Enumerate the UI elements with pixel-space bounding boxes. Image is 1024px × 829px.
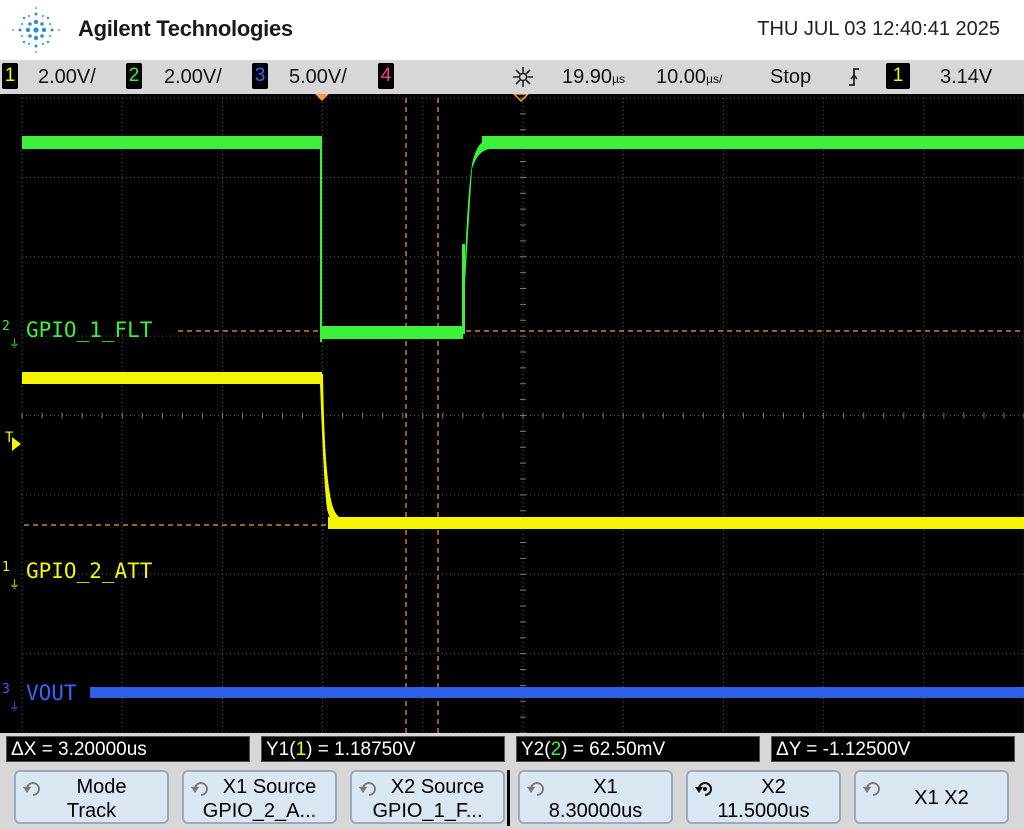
channel-2-ground-number: 2 [2, 319, 10, 334]
x1-position-label: X1 [593, 776, 618, 798]
channel-2-badge[interactable]: 2 [126, 63, 142, 89]
y1-readout: Y1(1) = 1.18750V [261, 736, 505, 762]
x1-x2-label: X1 X2 [914, 787, 969, 809]
agilent-spark-logo-icon [12, 7, 60, 53]
channel-1-label[interactable]: GPIO_2_ATT [26, 559, 152, 583]
mode-softkey[interactable]: Mode Track [14, 770, 169, 824]
channel-2-label[interactable]: GPIO_1_FLT [26, 318, 152, 342]
trigger-edge-icon [849, 68, 859, 86]
x1-position-value: 8.30000us [548, 800, 643, 822]
status-bar: 1 2.00V/ 2 2.00V/ 3 5.00V/ 4 19.90µs 10.… [0, 60, 1024, 94]
x1-source-label: X1 Source [222, 776, 317, 798]
channel-3-badge[interactable]: 3 [252, 63, 268, 89]
horizontal-delay: 19.90µs [562, 66, 625, 88]
channel-3-label[interactable]: VOUT [26, 681, 77, 705]
softkey-menu: Mode Track X1 Source GPIO_2_A... X2 Sour… [0, 766, 1024, 829]
channel-4-badge[interactable]: 4 [378, 63, 394, 89]
trigger-level: 3.14V [940, 66, 993, 88]
waveform-display[interactable]: 2 ⏚ GPIO_1_FLT T 1 ⏚ GPIO_2_ATT 3 ⏚ VOUT [0, 94, 1024, 733]
x2-position-softkey[interactable]: X2 11.5000us [686, 770, 841, 824]
channel-1-badge[interactable]: 1 [2, 63, 18, 89]
channel-3-trace [90, 687, 1024, 698]
channel-3-scale: 5.00V/ [289, 66, 347, 88]
softkey-divider [507, 770, 510, 826]
channel-3-ground-icon: ⏚ [9, 700, 20, 713]
brand-name: Agilent Technologies [78, 16, 293, 41]
mode-softkey-label: Mode [76, 776, 127, 798]
channel-2-ground-icon: ⏚ [9, 337, 20, 350]
x2-source-softkey[interactable]: X2 Source GPIO_1_F... [350, 770, 505, 824]
x2-position-value: 11.5000us [717, 800, 810, 822]
channel-1-scale: 2.00V/ [38, 66, 96, 88]
run-state: Stop [770, 66, 812, 88]
x2-source-label: X2 Source [390, 776, 485, 798]
trigger-source-badge[interactable]: 1 [886, 63, 910, 89]
x1-source-value: GPIO_2_A... [202, 800, 317, 822]
channel-3-ground-number: 3 [2, 682, 10, 697]
trigger-arrow-icon [12, 437, 21, 451]
x1-position-softkey[interactable]: X1 8.30000us [518, 770, 673, 824]
y2-readout: Y2(2) = 62.50mV [516, 736, 760, 762]
x1-x2-softkey[interactable]: X1 X2 [854, 770, 1009, 824]
mode-softkey-value: Track [66, 800, 117, 822]
header: Agilent Technologies THU JUL 03 12:40:41… [0, 0, 1024, 60]
graticule [21, 97, 1024, 733]
channel-1-ground-number: 1 [2, 560, 10, 575]
datetime: THU JUL 03 12:40:41 2025 [757, 18, 1000, 40]
x1-source-softkey[interactable]: X1 Source GPIO_2_A... [182, 770, 337, 824]
delta-x-readout: ΔX = 3.20000us [6, 736, 250, 762]
x2-position-label: X2 [761, 776, 786, 798]
channel-2-scale: 2.00V/ [164, 66, 222, 88]
x2-source-value: GPIO_1_F... [372, 800, 483, 822]
delay-icon [513, 67, 533, 87]
timebase: 10.00µs/ [656, 66, 723, 88]
cursor-measurements: ΔX = 3.20000us Y1(1) = 1.18750V Y2(2) = … [0, 733, 1024, 766]
delta-y-readout: ΔY = -1.12500V [771, 736, 1015, 762]
channel-1-ground-icon: ⏚ [9, 578, 20, 591]
